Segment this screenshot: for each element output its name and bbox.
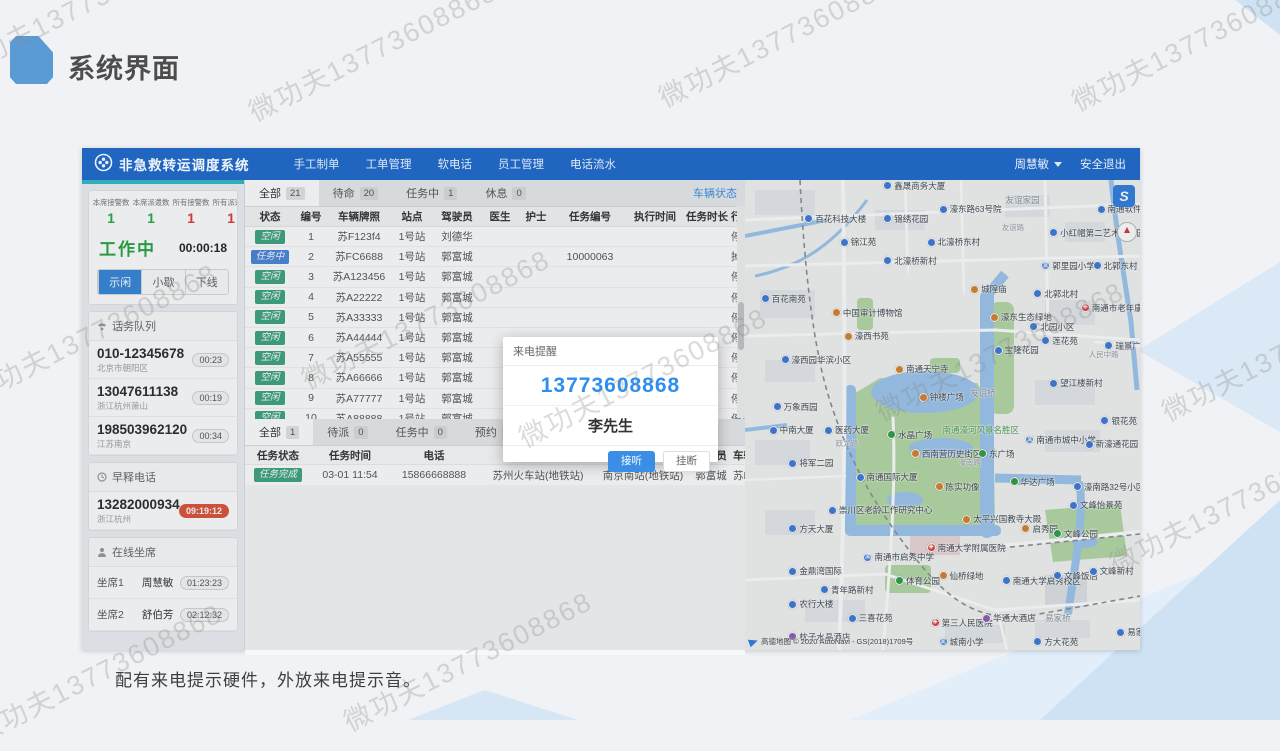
decor-top-right-band-light <box>1112 0 1280 101</box>
decor-top-right-band-dark <box>1193 0 1280 63</box>
title-bullet-icon <box>10 36 53 84</box>
nav-menu-item[interactable]: 手工制单 <box>294 156 340 172</box>
nav-menu-item[interactable]: 电话流水 <box>570 156 616 172</box>
app-brand: 非急救转运调度系统 <box>82 153 250 175</box>
watermark-text: 微功夫13773608868 <box>241 0 503 129</box>
nav-menu-item[interactable]: 软电话 <box>438 156 473 172</box>
user-name: 周慧敏 <box>1015 156 1050 172</box>
nav-right: 周慧敏 安全退出 <box>1015 156 1141 172</box>
incoming-call-dialog: 来电提醒 13773608868 李先生 接听 挂断 <box>503 337 718 462</box>
user-menu[interactable]: 周慧敏 <box>1015 156 1063 172</box>
hangup-button[interactable]: 挂断 <box>663 451 710 472</box>
incoming-phone-number: 13773608868 <box>503 366 718 405</box>
app-logo-icon <box>94 153 113 175</box>
slide-caption: 配有来电提示硬件，外放来电提示音。 <box>115 666 421 691</box>
dialog-title: 来电提醒 <box>503 337 718 366</box>
watermark-text: 微功夫13773608868 <box>651 0 913 115</box>
nav-menu: 手工制单 工单管理 软电话 员工管理 电话流水 <box>294 156 1015 172</box>
chevron-down-icon <box>1054 162 1062 167</box>
page-title: 系统界面 <box>68 47 180 86</box>
app-title: 非急救转运调度系统 <box>119 154 250 174</box>
answer-button[interactable]: 接听 <box>608 451 655 472</box>
nav-menu-item[interactable]: 员工管理 <box>498 156 544 172</box>
logout-button[interactable]: 安全退出 <box>1080 156 1126 172</box>
app-navbar: 非急救转运调度系统 手工制单 工单管理 软电话 员工管理 电话流水 周慧敏 安全… <box>82 148 1140 180</box>
app-window: 非急救转运调度系统 手工制单 工单管理 软电话 员工管理 电话流水 周慧敏 安全… <box>82 148 1140 650</box>
caller-name: 李先生 <box>503 405 718 445</box>
watermark-text: 微功夫13773608868 <box>1154 270 1280 429</box>
watermark-text: 微功夫13773608868 <box>1064 0 1280 119</box>
decor-bottom-triangle <box>408 690 578 720</box>
decor-right-wedge <box>1138 262 1280 432</box>
nav-menu-item[interactable]: 工单管理 <box>366 156 412 172</box>
